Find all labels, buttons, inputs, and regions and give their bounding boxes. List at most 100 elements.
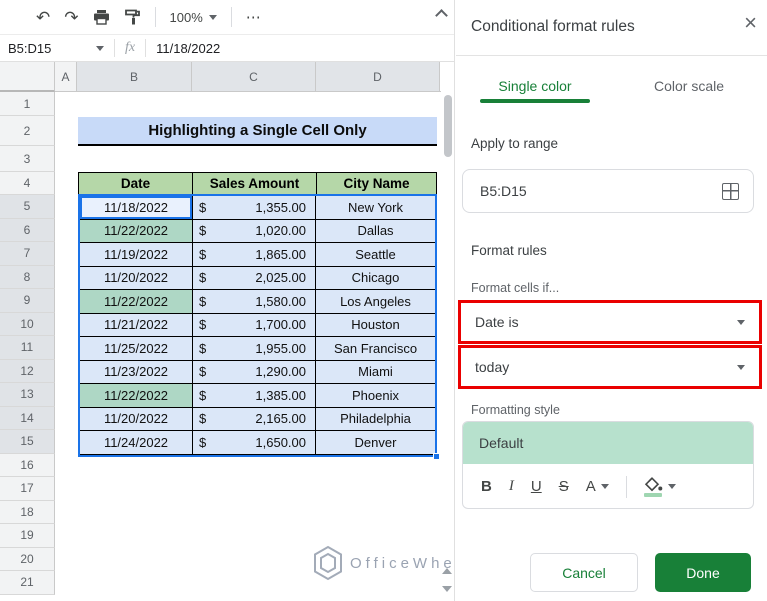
header-cell-sales-amount[interactable]: Sales Amount [193,173,317,194]
chevron-down-icon[interactable] [96,45,104,51]
scroll-up-icon[interactable] [442,568,452,574]
city-cell[interactable]: San Francisco [316,337,435,361]
row-header-13[interactable]: 13 [0,383,55,407]
undo-icon[interactable]: ↶ [36,9,50,26]
date-cell[interactable]: 11/20/2022 [80,407,193,431]
date-cell[interactable]: 11/25/2022 [80,337,193,361]
row-header-2[interactable]: 2 [0,116,55,146]
row-header-16[interactable]: 16 [0,453,55,477]
row-header-11[interactable]: 11 [0,336,55,360]
date-cell[interactable]: 11/22/2022 [80,219,193,243]
city-cell[interactable]: Los Angeles [316,290,435,314]
amount-cell[interactable]: $1,650.00 [193,431,316,455]
chevron-down-icon[interactable] [737,364,745,370]
date-cell[interactable]: 11/20/2022 [80,266,193,290]
row-header-9[interactable]: 9 [0,289,55,313]
print-icon[interactable] [93,9,110,25]
row-header-1[interactable]: 1 [0,92,55,116]
date-cell[interactable]: 11/18/2022 [80,196,193,220]
row-header-6[interactable]: 6 [0,218,55,242]
name-box[interactable]: B5:D15 [0,41,92,56]
row-header-3[interactable]: 3 [0,146,55,172]
row-header-19[interactable]: 19 [0,524,55,548]
amount-cell[interactable]: $1,955.00 [193,337,316,361]
amount-cell[interactable]: $1,580.00 [193,290,316,314]
toolbar-separator [154,7,156,27]
date-cell[interactable]: 11/22/2022 [80,384,193,408]
cancel-button[interactable]: Cancel [530,553,638,592]
text-color-button[interactable]: A [586,479,609,494]
city-cell[interactable]: Phoenix [316,384,435,408]
collapse-toolbar-icon[interactable] [435,9,448,22]
city-cell[interactable]: Chicago [316,266,435,290]
date-cell[interactable]: 11/21/2022 [80,313,193,337]
row-header-18[interactable]: 18 [0,500,55,524]
row-header-21[interactable]: 21 [0,571,55,595]
amount-cell[interactable]: $2,025.00 [193,266,316,290]
fx-icon: fx [125,40,136,55]
row-header-17[interactable]: 17 [0,477,55,501]
condition-value-dropdown[interactable]: today [475,359,737,375]
bold-button[interactable]: B [481,479,492,494]
city-cell[interactable]: New York [316,196,435,220]
select-all-corner[interactable] [0,62,55,92]
select-data-range-icon[interactable] [722,182,739,200]
range-input[interactable]: B5:D15 [462,169,754,213]
italic-button[interactable]: I [509,479,514,494]
amount-cell[interactable]: $1,020.00 [193,219,316,243]
city-cell[interactable]: Miami [316,360,435,384]
column-header-a[interactable]: A [55,62,77,91]
format-rules-label: Format rules [471,243,547,258]
city-cell[interactable]: Philadelphia [316,407,435,431]
city-cell[interactable]: Houston [316,313,435,337]
scrollbar-thumb[interactable] [444,95,452,157]
header-cell-city-name[interactable]: City Name [317,173,436,194]
amount-value: 2,165.00 [255,411,306,427]
tab-single-color[interactable]: Single color [471,78,599,94]
city-cell[interactable]: Denver [316,431,435,455]
strikethrough-button[interactable]: S [559,479,569,494]
fill-color-button[interactable] [644,476,676,497]
condition-dropdown[interactable]: Date is [475,314,737,330]
column-header-b[interactable]: B [77,62,192,91]
amount-cell[interactable]: $2,165.00 [193,407,316,431]
fill-handle[interactable] [433,452,440,460]
chevron-down-icon[interactable] [737,319,745,325]
column-header-c[interactable]: C [192,62,316,91]
paint-format-icon[interactable] [124,9,141,26]
amount-cell[interactable]: $1,865.00 [193,243,316,267]
amount-cell[interactable]: $1,355.00 [193,196,316,220]
row-header-14[interactable]: 14 [0,406,55,430]
date-cell[interactable]: 11/22/2022 [80,290,193,314]
row-header-5[interactable]: 5 [0,195,55,219]
more-options-icon[interactable]: ⋯ [246,8,262,26]
tab-color-scale[interactable]: Color scale [619,78,759,94]
amount-value: 1,580.00 [255,293,306,309]
row-header-7[interactable]: 7 [0,242,55,266]
date-cell[interactable]: 11/23/2022 [80,360,193,384]
underline-button[interactable]: U [531,479,542,494]
row-header-20[interactable]: 20 [0,547,55,571]
row-header-10[interactable]: 10 [0,312,55,336]
amount-cell[interactable]: $1,290.00 [193,360,316,384]
redo-icon[interactable]: ↷ [64,9,78,26]
close-icon[interactable]: × [744,12,757,34]
date-cell[interactable]: 11/24/2022 [80,431,193,455]
amount-cell[interactable]: $1,700.00 [193,313,316,337]
row-header-12[interactable]: 12 [0,359,55,383]
row-header-15[interactable]: 15 [0,430,55,454]
city-cell[interactable]: Dallas [316,219,435,243]
amount-cell[interactable]: $1,385.00 [193,384,316,408]
formula-input[interactable]: 11/18/2022 [156,41,220,56]
sheet-title-cell[interactable]: Highlighting a Single Cell Only [78,117,437,146]
header-cell-date[interactable]: Date [79,173,193,194]
zoom-control[interactable]: 100% [170,10,217,25]
scroll-down-icon[interactable] [442,586,452,592]
currency-symbol: $ [199,223,207,239]
done-button[interactable]: Done [655,553,751,592]
city-cell[interactable]: Seattle [316,243,435,267]
column-header-d[interactable]: D [316,62,440,91]
row-header-8[interactable]: 8 [0,265,55,289]
row-header-4[interactable]: 4 [0,172,55,195]
date-cell[interactable]: 11/19/2022 [80,243,193,267]
